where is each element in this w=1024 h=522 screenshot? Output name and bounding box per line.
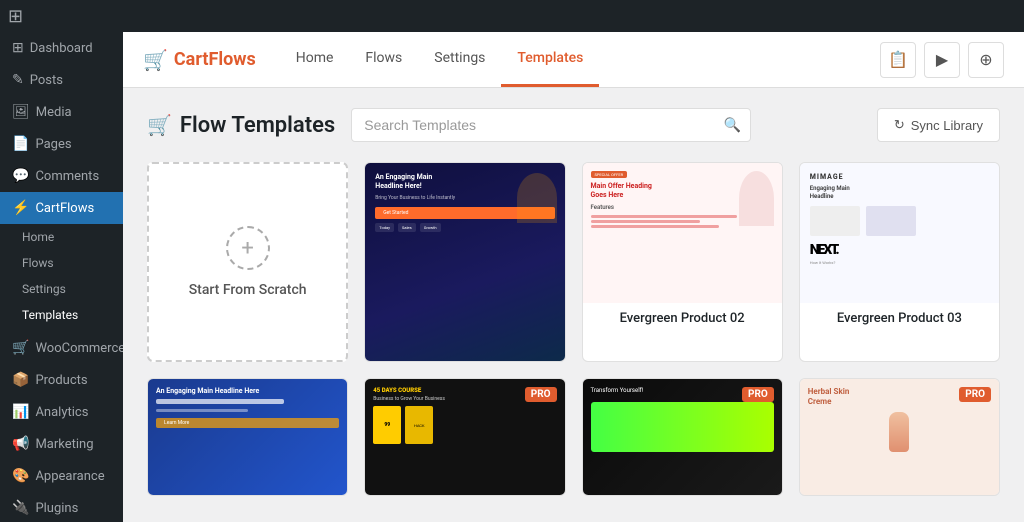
page-header: 🛒 Flow Templates 🔍 ↻ Sync Library [147,108,1000,142]
nav-link-settings[interactable]: Settings [418,32,501,87]
pages-icon: 📄 [12,136,29,152]
search-area: 🔍 [351,108,751,142]
sidebar-item-label: Media [36,105,72,120]
sync-library-button[interactable]: ↻ Sync Library [877,108,1000,142]
sidebar-sub-templates[interactable]: Templates [0,302,123,328]
sidebar-sub-flows[interactable]: Flows [0,250,123,276]
top-nav: 🛒 CartFlows Home Flows Settings Template… [123,32,1024,88]
marketing-icon: 📢 [12,436,29,452]
plugins-icon: 🔌 [12,500,29,516]
sidebar-item-comments[interactable]: 💬 Comments [0,160,123,192]
sidebar: ⊞ Dashboard ✎ Posts 🖼 Media 📄 Pages 💬 Co… [0,32,123,522]
sidebar-sub-home[interactable]: Home [0,224,123,250]
cartflows-icon: ⚡ [12,200,29,216]
sidebar-item-appearance[interactable]: 🎨 Appearance [0,460,123,492]
sidebar-item-label: Marketing [35,437,93,452]
main-content: 🛒 CartFlows Home Flows Settings Template… [123,32,1024,522]
template-card-label-ev3: Evergreen Product 03 [800,303,999,334]
scratch-card[interactable]: + Start From Scratch [147,162,348,362]
template-card-image-ev1: An Engaging MainHeadline Here! Bring You… [365,163,564,361]
page-title-area: 🛒 Flow Templates [147,113,335,138]
sidebar-item-label: WooCommerce [35,341,123,356]
sidebar-item-label: Products [35,373,87,388]
sidebar-item-label: Comments [35,169,99,184]
page-content: 🛒 Flow Templates 🔍 ↻ Sync Library + [123,88,1024,522]
nav-link-flows[interactable]: Flows [349,32,418,87]
templates-grid: + Start From Scratch An Engaging MainHea… [147,162,1000,362]
template-card-label-ev1: Evergreen Product 01 [365,361,564,362]
sub-label: Templates [22,308,78,322]
sidebar-item-marketing[interactable]: 📢 Marketing [0,428,123,460]
search-input[interactable] [351,108,751,142]
media-icon: 🖼 [12,104,30,120]
analytics-icon: 📊 [12,404,29,420]
comments-icon: 💬 [12,168,29,184]
sidebar-item-dashboard[interactable]: ⊞ Dashboard [0,32,123,64]
template-card-label-ev2: Evergreen Product 02 [583,303,782,334]
search-button[interactable]: 🔍 [724,117,741,134]
appearance-icon: 🎨 [12,468,29,484]
nav-icon-btn-2[interactable]: ▶ [924,42,960,78]
posts-icon: ✎ [12,72,24,88]
sub-label: Settings [22,282,66,296]
sub-label: Home [22,230,54,244]
nav-actions: 📋 ▶ ⊕ [880,42,1004,78]
sidebar-item-pages[interactable]: 📄 Pages [0,128,123,160]
nav-link-templates[interactable]: Templates [501,32,599,87]
pro-badge-b2: PRO [525,387,557,402]
sidebar-item-posts[interactable]: ✎ Posts [0,64,123,96]
template-card-b2[interactable]: PRO 45 DAYS COURSE Business to Grow Your… [364,378,565,496]
sub-label: Flows [22,256,54,270]
template-card-image-ev2: SPECIAL OFFER Main Offer HeadingGoes Her… [583,163,782,303]
pro-badge-b4: PRO [959,387,991,402]
search-input-wrapper: 🔍 [351,108,751,142]
sidebar-item-label: Dashboard [30,41,93,56]
scratch-label: Start From Scratch [189,282,307,298]
sidebar-item-analytics[interactable]: 📊 Analytics [0,396,123,428]
pro-badge-b3: PRO [742,387,774,402]
template-card-b3[interactable]: PRO Transform Yourself! [582,378,783,496]
brand-icon: 🛒 [143,48,168,72]
nav-link-home[interactable]: Home [280,32,350,87]
sidebar-item-woocommerce[interactable]: 🛒 WooCommerce [0,332,123,364]
template-card-image-ev3: mimage Engaging MainHeadline NEXT. How I… [800,163,999,303]
page-title: Flow Templates [180,113,335,138]
template-card-ev3[interactable]: mimage Engaging MainHeadline NEXT. How I… [799,162,1000,362]
sidebar-item-label: Plugins [35,501,78,516]
nav-icon-btn-3[interactable]: ⊕ [968,42,1004,78]
nav-icon-btn-1[interactable]: 📋 [880,42,916,78]
sidebar-item-cartflows[interactable]: ⚡ CartFlows [0,192,123,224]
page-title-icon: 🛒 [147,113,172,137]
template-card-b1[interactable]: An Engaging Main Headline Here Learn Mor… [147,378,348,496]
admin-bar: ⊞ [0,0,1024,32]
template-card-b4[interactable]: PRO Herbal SkinCreme Herbal Skin Creme [799,378,1000,496]
brand[interactable]: 🛒 CartFlows [143,48,256,72]
sidebar-sub-settings[interactable]: Settings [0,276,123,302]
sidebar-item-label: CartFlows [35,201,94,216]
sync-label: Sync Library [911,118,983,133]
sidebar-item-products[interactable]: 📦 Products [0,364,123,396]
templates-grid-row2: An Engaging Main Headline Here Learn Mor… [147,378,1000,496]
brand-name: CartFlows [174,49,256,70]
products-icon: 📦 [12,372,29,388]
woocommerce-icon: 🛒 [12,340,29,356]
sidebar-item-plugins[interactable]: 🔌 Plugins [0,492,123,522]
template-card-ev1[interactable]: An Engaging MainHeadline Here! Bring You… [364,162,565,362]
scratch-plus-icon: + [226,226,270,270]
wp-logo-icon[interactable]: ⊞ [8,6,23,27]
sidebar-item-label: Analytics [35,405,88,420]
template-card-ev2[interactable]: SPECIAL OFFER Main Offer HeadingGoes Her… [582,162,783,362]
nav-links: Home Flows Settings Templates [280,32,600,87]
sidebar-item-media[interactable]: 🖼 Media [0,96,123,128]
sidebar-item-label: Pages [35,137,71,152]
sidebar-item-label: Appearance [35,469,104,484]
template-card-image-b1: An Engaging Main Headline Here Learn Mor… [148,379,347,495]
sidebar-item-label: Posts [30,73,63,88]
dashboard-icon: ⊞ [12,40,24,56]
template-card-label-b4: Herbal Skin Creme [800,495,999,496]
sync-icon: ↻ [894,117,905,133]
